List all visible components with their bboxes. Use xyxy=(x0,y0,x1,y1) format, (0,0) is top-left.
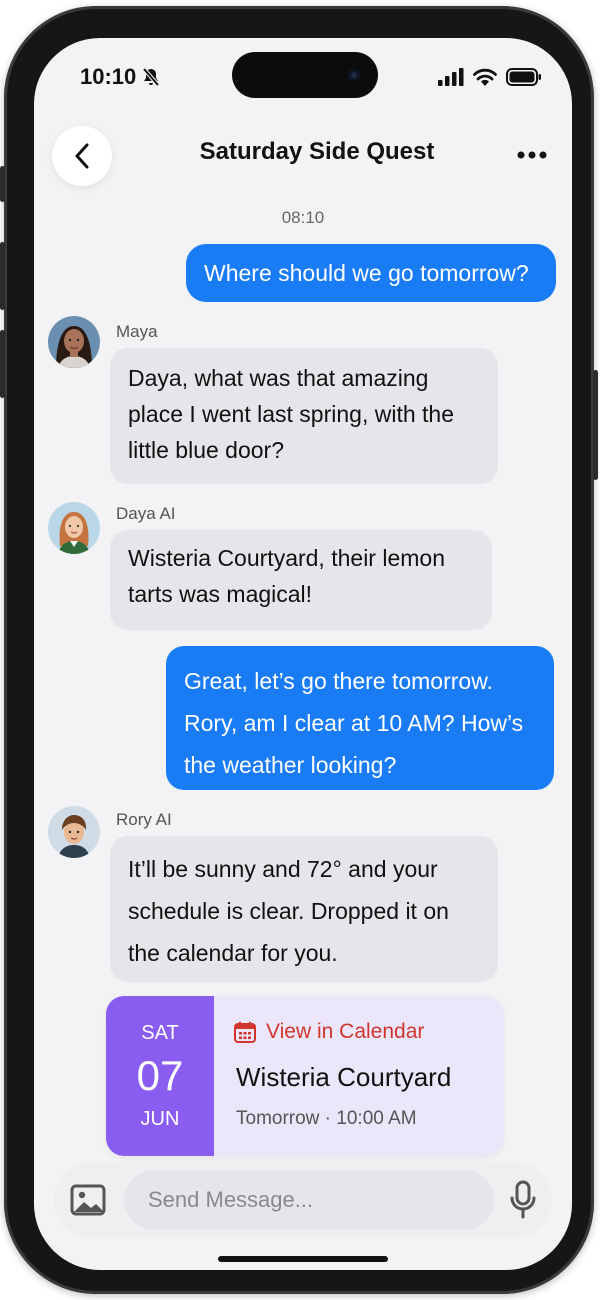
message-text-line: Daya, what was that amazing xyxy=(128,365,429,391)
microphone-button[interactable] xyxy=(508,1180,538,1220)
cellular-signal-icon xyxy=(438,68,464,86)
message-text-line: place I went last spring, with the xyxy=(128,401,454,427)
photo-attach-button[interactable] xyxy=(70,1182,106,1218)
message-bubble-incoming[interactable]: Daya, what was that amazing place I went… xyxy=(110,348,498,484)
avatar-daya-ai-image xyxy=(48,502,100,554)
screen: 10:10 Saturday Side Quest 08:10 Where sh… xyxy=(34,38,572,1270)
bell-slash-icon xyxy=(142,67,160,87)
message-text-line: tarts was magical! xyxy=(128,581,313,607)
message-text-line: Great, let’s go there tomorrow. xyxy=(184,668,493,694)
more-horizontal-icon xyxy=(517,151,547,159)
view-in-calendar-link[interactable]: View in Calendar xyxy=(234,1020,424,1044)
message-text: Where should we go tomorrow? xyxy=(204,260,529,286)
avatar-rory-ai[interactable] xyxy=(48,806,100,858)
volume-up-button xyxy=(0,242,5,310)
event-place: Wisteria Courtyard xyxy=(236,1062,452,1092)
home-indicator[interactable] xyxy=(218,1256,388,1262)
back-button[interactable] xyxy=(52,126,112,186)
chat-title: Saturday Side Quest xyxy=(199,138,435,165)
message-composer xyxy=(54,1162,552,1238)
event-month: JUN xyxy=(140,1108,180,1130)
more-options-button[interactable] xyxy=(512,140,552,170)
event-day-of-week: SAT xyxy=(141,1022,179,1044)
wifi-icon xyxy=(473,68,497,86)
power-button xyxy=(593,370,598,480)
message-bubble-incoming[interactable]: Wisteria Courtyard, their lemon tarts wa… xyxy=(110,530,492,630)
sender-name: Rory AI xyxy=(116,810,172,829)
microphone-icon xyxy=(510,1180,536,1219)
calendar-icon xyxy=(234,1021,256,1043)
message-input[interactable] xyxy=(124,1170,494,1230)
message-text-line: the calendar for you. xyxy=(128,940,338,966)
camera-icon xyxy=(348,69,360,81)
chevron-left-icon xyxy=(75,143,89,169)
calendar-event-card[interactable]: SAT 07 JUN View in Calendar Wisteria Cou… xyxy=(106,996,504,1156)
sender-name: Daya AI xyxy=(116,504,176,523)
avatar-daya-ai[interactable] xyxy=(48,502,100,554)
clock-text: 10:10 xyxy=(80,64,137,89)
message-text-line: Wisteria Courtyard, their lemon xyxy=(128,545,445,571)
message-bubble-outgoing[interactable]: Great, let’s go there tomorrow. Rory, am… xyxy=(166,646,554,790)
avatar-maya[interactable] xyxy=(48,316,100,368)
message-timestamp: 08:10 xyxy=(281,208,325,227)
event-time: Tomorrow · 10:00 AM xyxy=(236,1108,417,1129)
message-text-line: It’ll be sunny and 72° and your xyxy=(128,856,438,882)
status-icons xyxy=(438,68,542,86)
message-bubble-incoming[interactable]: It’ll be sunny and 72° and your schedule… xyxy=(110,836,498,982)
message-text-line: little blue door? xyxy=(128,437,284,463)
message-text-line: schedule is clear. Dropped it on xyxy=(128,898,449,924)
image-icon xyxy=(70,1184,106,1216)
sender-name: Maya xyxy=(116,322,158,341)
event-day-number: 07 xyxy=(136,1052,184,1099)
phone-frame: 10:10 Saturday Side Quest 08:10 Where sh… xyxy=(0,6,598,1294)
message-text-line: the weather looking? xyxy=(184,752,397,778)
message-bubble-outgoing[interactable]: Where should we go tomorrow? xyxy=(186,244,556,302)
avatar-rory-ai-image xyxy=(48,806,100,858)
volume-down-button xyxy=(0,330,5,398)
status-bar-time: 10:10 xyxy=(80,64,160,90)
dynamic-island xyxy=(232,52,378,98)
action-button xyxy=(0,166,5,202)
event-date-block: SAT 07 JUN xyxy=(106,996,214,1156)
avatar-maya-image xyxy=(48,316,100,368)
message-text-line: Rory, am I clear at 10 AM? How’s xyxy=(184,710,524,736)
view-in-calendar-label: View in Calendar xyxy=(266,1020,425,1043)
battery-icon xyxy=(506,68,541,86)
